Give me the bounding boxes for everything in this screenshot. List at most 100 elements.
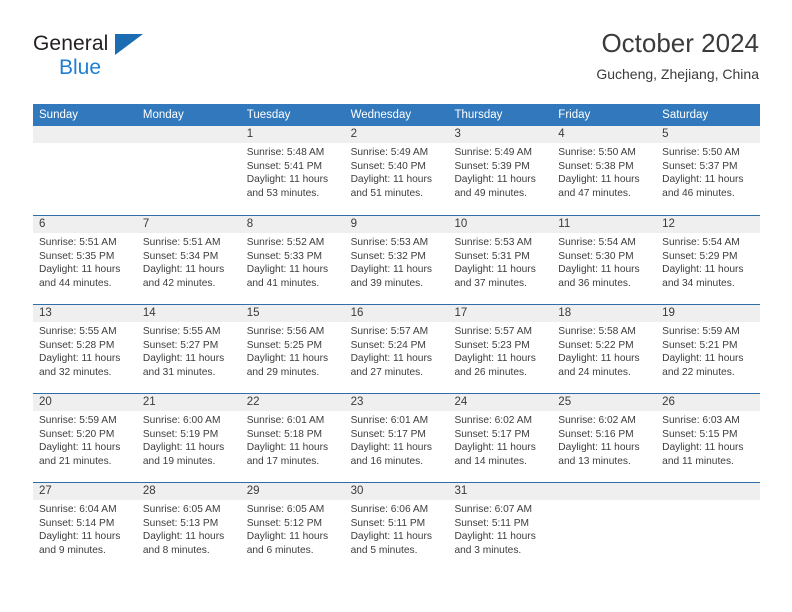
- sunrise-text: Sunrise: 5:54 AM: [662, 237, 740, 248]
- calendar-day-cell-21[interactable]: 21 Sunrise: 6:00 AM Sunset: 5:19 PM Dayl…: [137, 394, 241, 482]
- calendar-day-cell-15[interactable]: 15 Sunrise: 5:56 AM Sunset: 5:25 PM Dayl…: [241, 305, 345, 393]
- calendar-day-cell-30[interactable]: 30 Sunrise: 6:06 AM Sunset: 5:11 PM Dayl…: [345, 483, 449, 571]
- calendar-day-cell-26[interactable]: 26 Sunrise: 6:03 AM Sunset: 5:15 PM Dayl…: [656, 394, 760, 482]
- day-number: 18: [558, 307, 572, 319]
- daylight-text-line2: and 13 minutes.: [558, 455, 631, 467]
- day-details: Sunrise: 5:54 AM Sunset: 5:29 PM Dayligh…: [662, 236, 757, 290]
- daylight-text-line1: Daylight: 11 hours: [350, 264, 432, 276]
- daylight-text-line2: and 27 minutes.: [350, 366, 424, 378]
- daylight-text-line1: Daylight: 11 hours: [558, 264, 640, 276]
- daylight-text-line1: Daylight: 11 hours: [39, 353, 121, 365]
- daylight-text-line2: and 17 minutes.: [246, 455, 320, 467]
- calendar-day-cell-10[interactable]: 10 Sunrise: 5:53 AM Sunset: 5:31 PM Dayl…: [448, 216, 552, 304]
- sunrise-text: Sunrise: 5:55 AM: [39, 326, 117, 337]
- calendar-day-cell-31[interactable]: 31 Sunrise: 6:07 AM Sunset: 5:11 PM Dayl…: [448, 483, 552, 571]
- daylight-text-line1: Daylight: 11 hours: [142, 531, 225, 543]
- sunrise-text: Sunrise: 5:55 AM: [142, 326, 221, 337]
- day-details: Sunrise: 6:05 AM Sunset: 5:13 PM Dayligh…: [143, 503, 238, 557]
- calendar-day-cell-13[interactable]: 13 Sunrise: 5:55 AM Sunset: 5:28 PM Dayl…: [33, 305, 137, 393]
- calendar-day-cell-16[interactable]: 16 Sunrise: 5:57 AM Sunset: 5:24 PM Dayl…: [345, 305, 449, 393]
- sunrise-text: Sunrise: 6:03 AM: [662, 415, 740, 426]
- day-details: Sunrise: 5:50 AM Sunset: 5:38 PM Dayligh…: [558, 146, 653, 200]
- day-number: 9: [350, 218, 357, 230]
- calendar-day-cell-11[interactable]: 11 Sunrise: 5:54 AM Sunset: 5:30 PM Dayl…: [552, 216, 656, 304]
- daylight-text-line2: and 24 minutes.: [558, 366, 631, 378]
- day-number: 31: [454, 485, 468, 497]
- week-cells: 6 Sunrise: 5:51 AM Sunset: 5:35 PM Dayli…: [33, 216, 760, 304]
- daylight-text-line1: Daylight: 11 hours: [558, 442, 640, 454]
- day-number: 20: [39, 396, 52, 408]
- day-details: Sunrise: 6:06 AM Sunset: 5:11 PM Dayligh…: [351, 503, 446, 557]
- daylight-text-line2: and 37 minutes.: [454, 277, 527, 289]
- calendar-day-cell-24[interactable]: 24 Sunrise: 6:02 AM Sunset: 5:17 PM Dayl…: [448, 394, 552, 482]
- calendar-day-cell-28[interactable]: 28 Sunrise: 6:05 AM Sunset: 5:13 PM Dayl…: [137, 483, 241, 571]
- calendar-day-cell-27[interactable]: 27 Sunrise: 6:04 AM Sunset: 5:14 PM Dayl…: [33, 483, 137, 571]
- daylight-text-line1: Daylight: 11 hours: [662, 264, 744, 276]
- day-number: 12: [662, 218, 675, 230]
- calendar-day-cell-22[interactable]: 22 Sunrise: 6:01 AM Sunset: 5:18 PM Dayl…: [241, 394, 345, 482]
- logo-text-general: General: [33, 32, 273, 55]
- daylight-text-line1: Daylight: 11 hours: [558, 353, 640, 365]
- day-number: 21: [142, 396, 156, 408]
- daylight-text-line1: Daylight: 11 hours: [142, 353, 225, 365]
- daylight-text-line2: and 41 minutes.: [246, 277, 320, 289]
- calendar-day-cell-2[interactable]: 2 Sunrise: 5:49 AM Sunset: 5:40 PM Dayli…: [345, 126, 449, 215]
- day-number: 26: [662, 396, 675, 408]
- calendar-day-cell-12[interactable]: 12 Sunrise: 5:54 AM Sunset: 5:29 PM Dayl…: [656, 216, 760, 304]
- daylight-text-line1: Daylight: 11 hours: [454, 174, 536, 186]
- day-number: 7: [142, 218, 150, 230]
- calendar-day-cell-6[interactable]: 6 Sunrise: 5:51 AM Sunset: 5:35 PM Dayli…: [33, 216, 137, 304]
- day-details: Sunrise: 6:07 AM Sunset: 5:11 PM Dayligh…: [454, 503, 549, 557]
- calendar-day-cell-23[interactable]: 23 Sunrise: 6:01 AM Sunset: 5:17 PM Dayl…: [345, 394, 449, 482]
- calendar-day-cell-1[interactable]: 1 Sunrise: 5:48 AM Sunset: 5:41 PM Dayli…: [241, 126, 345, 215]
- day-number: 27: [39, 485, 52, 497]
- calendar-day-cell-4[interactable]: 4 Sunrise: 5:50 AM Sunset: 5:38 PM Dayli…: [552, 126, 656, 215]
- daylight-text-line1: Daylight: 11 hours: [454, 531, 536, 543]
- calendar-day-cell-5[interactable]: 5 Sunrise: 5:50 AM Sunset: 5:37 PM Dayli…: [656, 126, 760, 215]
- calendar-day-cell-19[interactable]: 19 Sunrise: 5:59 AM Sunset: 5:21 PM Dayl…: [656, 305, 760, 393]
- calendar-day-cell-7[interactable]: 7 Sunrise: 5:51 AM Sunset: 5:34 PM Dayli…: [137, 216, 241, 304]
- day-details: Sunrise: 6:04 AM Sunset: 5:14 PM Dayligh…: [39, 503, 134, 557]
- calendar-day-cell-3[interactable]: 3 Sunrise: 5:49 AM Sunset: 5:39 PM Dayli…: [448, 126, 552, 215]
- daylight-text-line2: and 11 minutes.: [662, 455, 734, 467]
- daylight-text-line2: and 21 minutes.: [39, 455, 112, 467]
- day-details: Sunrise: 5:53 AM Sunset: 5:31 PM Dayligh…: [454, 236, 549, 290]
- calendar-day-cell-8[interactable]: 8 Sunrise: 5:52 AM Sunset: 5:33 PM Dayli…: [241, 216, 345, 304]
- sunrise-text: Sunrise: 6:06 AM: [350, 504, 429, 515]
- calendar-day-cell-18[interactable]: 18 Sunrise: 5:58 AM Sunset: 5:22 PM Dayl…: [552, 305, 656, 393]
- calendar-day-cell-9[interactable]: 9 Sunrise: 5:53 AM Sunset: 5:32 PM Dayli…: [345, 216, 449, 304]
- sunset-text: Sunset: 5:21 PM: [662, 339, 738, 351]
- calendar-day-cell-29[interactable]: 29 Sunrise: 6:05 AM Sunset: 5:12 PM Dayl…: [241, 483, 345, 571]
- week-cells: 1 Sunrise: 5:48 AM Sunset: 5:41 PM Dayli…: [33, 126, 760, 215]
- sunset-text: Sunset: 5:37 PM: [662, 160, 738, 172]
- calendar-day-cell-25[interactable]: 25 Sunrise: 6:02 AM Sunset: 5:16 PM Dayl…: [552, 394, 656, 482]
- day-number: 24: [454, 396, 468, 408]
- day-details: Sunrise: 5:57 AM Sunset: 5:23 PM Dayligh…: [454, 325, 549, 379]
- day-details: Sunrise: 5:52 AM Sunset: 5:33 PM Dayligh…: [247, 236, 342, 290]
- week-cells: 13 Sunrise: 5:55 AM Sunset: 5:28 PM Dayl…: [33, 305, 760, 393]
- sunrise-text: Sunrise: 5:59 AM: [39, 415, 117, 426]
- day-details: Sunrise: 5:57 AM Sunset: 5:24 PM Dayligh…: [351, 325, 446, 379]
- calendar-day-cell-empty: [552, 483, 656, 571]
- daylight-text-line2: and 44 minutes.: [39, 277, 112, 289]
- page-subtitle: Gucheng, Zhejiang, China: [596, 66, 759, 82]
- day-details: Sunrise: 5:50 AM Sunset: 5:37 PM Dayligh…: [662, 146, 757, 200]
- daylight-text-line2: and 19 minutes.: [142, 455, 216, 467]
- sunrise-text: Sunrise: 5:50 AM: [558, 147, 636, 158]
- daylight-text-line1: Daylight: 11 hours: [350, 353, 432, 365]
- daylight-text-line1: Daylight: 11 hours: [246, 442, 329, 454]
- daylight-text-line1: Daylight: 11 hours: [662, 353, 744, 365]
- calendar-day-cell-14[interactable]: 14 Sunrise: 5:55 AM Sunset: 5:27 PM Dayl…: [137, 305, 241, 393]
- sunrise-text: Sunrise: 5:59 AM: [662, 326, 740, 337]
- weekday-header-saturday: Saturday: [662, 109, 709, 121]
- day-details: Sunrise: 5:51 AM Sunset: 5:35 PM Dayligh…: [39, 236, 134, 290]
- sunrise-text: Sunrise: 5:58 AM: [558, 326, 636, 337]
- calendar-day-cell-20[interactable]: 20 Sunrise: 5:59 AM Sunset: 5:20 PM Dayl…: [33, 394, 137, 482]
- calendar-day-cell-17[interactable]: 17 Sunrise: 5:57 AM Sunset: 5:23 PM Dayl…: [448, 305, 552, 393]
- sunset-text: Sunset: 5:22 PM: [558, 339, 634, 351]
- sunset-text: Sunset: 5:17 PM: [454, 428, 530, 440]
- sunset-text: Sunset: 5:40 PM: [350, 160, 426, 172]
- day-details: Sunrise: 5:49 AM Sunset: 5:39 PM Dayligh…: [454, 146, 549, 200]
- daylight-text-line2: and 46 minutes.: [662, 187, 735, 199]
- weekday-header-sunday: Sunday: [39, 109, 79, 121]
